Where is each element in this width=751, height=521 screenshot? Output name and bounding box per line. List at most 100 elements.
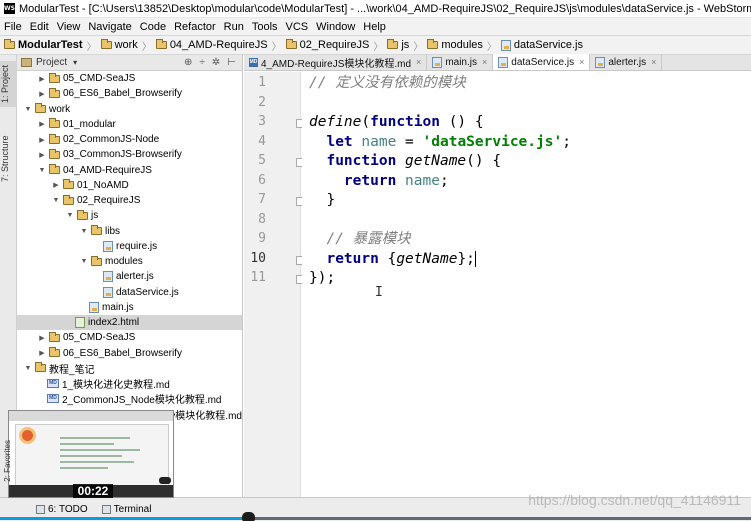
expand-right-icon[interactable]: ▶: [37, 136, 47, 144]
tree-item[interactable]: require.js: [17, 239, 242, 254]
tab-4-amd-requirejs-md[interactable]: MD 4_AMD-RequireJS模块化教程.md ×: [244, 54, 428, 70]
close-icon[interactable]: ×: [579, 57, 584, 67]
tree-item[interactable]: ▶ 06_ES6_Babel_Browserify: [17, 346, 242, 361]
tree-item[interactable]: alerter.js: [17, 269, 242, 284]
tree-item[interactable]: ▼ 教程_笔记: [17, 361, 242, 376]
tool-6-todo[interactable]: 6: TODO: [36, 504, 88, 515]
tree-item-label: modules: [105, 256, 143, 268]
breadcrumb-item-work[interactable]: work: [100, 39, 138, 51]
expand-down-icon[interactable]: ▼: [79, 228, 89, 235]
line-number: 6: [258, 172, 266, 188]
breadcrumb-label: 02_RequireJS: [299, 39, 370, 51]
structure-tool-tab[interactable]: 7: Structure: [0, 133, 17, 185]
menu-vcs[interactable]: VCS: [286, 21, 309, 33]
expand-right-icon[interactable]: ▶: [37, 90, 47, 98]
tree-item-label: index2.html: [88, 317, 140, 329]
tree-item-label: 05_CMD-SeaJS: [63, 73, 136, 85]
menu-view[interactable]: View: [57, 21, 81, 33]
menu-navigate[interactable]: Navigate: [88, 21, 131, 33]
tree-item[interactable]: ▼ modules: [17, 254, 242, 269]
favorites-tool-tab[interactable]: 2: Favorites: [3, 440, 12, 482]
expand-right-icon[interactable]: ▶: [37, 75, 47, 83]
menu-edit[interactable]: Edit: [30, 21, 49, 33]
code-line: function getName() {: [309, 152, 501, 172]
project-view-selector[interactable]: Project: [36, 57, 67, 68]
close-icon[interactable]: ×: [416, 57, 421, 67]
tree-item[interactable]: ▶ 01_modular: [17, 117, 242, 132]
editor-gutter: 1 2 3 4 5 6 7 8 9 10 11: [244, 72, 304, 497]
expand-down-icon[interactable]: ▼: [65, 212, 75, 219]
tree-item[interactable]: ▼ 04_AMD-RequireJS: [17, 163, 242, 178]
expand-down-icon[interactable]: ▼: [51, 197, 61, 204]
menu-file[interactable]: File: [4, 21, 22, 33]
breadcrumb-item-04-amd-requirejs[interactable]: 04_AMD-RequireJS: [155, 39, 268, 51]
video-progress-handle[interactable]: [241, 512, 255, 521]
expand-down-icon[interactable]: ▼: [23, 365, 33, 372]
tree-item-label: 02_RequireJS: [77, 195, 141, 207]
tab-main-js[interactable]: main.js ×: [427, 54, 494, 70]
tree-item[interactable]: ▶ 06_ES6_Babel_Browserify: [17, 86, 242, 101]
expand-down-icon[interactable]: ▼: [79, 258, 89, 265]
menu-window[interactable]: Window: [316, 21, 355, 33]
tab-alerter-js[interactable]: alerter.js ×: [590, 54, 663, 70]
tree-item[interactable]: main.js: [17, 300, 242, 315]
watermark: https://blog.csdn.net/qq_41146911: [528, 492, 741, 508]
project-tool-tab[interactable]: 1: Project: [0, 61, 17, 107]
menu-code[interactable]: Code: [140, 21, 166, 33]
tree-item-label: 03_CommonJS-Browserify: [63, 149, 182, 161]
folder-icon: [387, 39, 399, 49]
tree-item[interactable]: dataService.js: [17, 285, 242, 300]
tree-item[interactable]: ▶ 01_NoAMD: [17, 178, 242, 193]
tree-item[interactable]: MD 2_CommonJS_Node模块化教程.md: [17, 391, 242, 406]
code-line: });: [309, 269, 335, 289]
line-number: 10: [250, 250, 266, 266]
close-icon[interactable]: ×: [651, 57, 656, 67]
expand-right-icon[interactable]: ▶: [37, 334, 47, 342]
expand-right-icon[interactable]: ▶: [37, 349, 47, 357]
settings-gear-icon[interactable]: ✲: [212, 57, 220, 68]
tree-item[interactable]: ▶ 05_CMD-SeaJS: [17, 330, 242, 345]
tree-item[interactable]: index2.html: [17, 315, 242, 331]
expand-right-icon[interactable]: ▶: [51, 181, 61, 189]
tree-item[interactable]: ▼ work: [17, 102, 242, 117]
breadcrumb-item-js[interactable]: js: [387, 39, 409, 51]
tree-item[interactable]: ▼ js: [17, 208, 242, 223]
scroll-from-source-icon[interactable]: ⊕: [184, 57, 192, 68]
collapse-all-icon[interactable]: ÷: [199, 57, 205, 68]
tree-item[interactable]: ▶ 03_CommonJS-Browserify: [17, 147, 242, 162]
tree-item[interactable]: ▼ libs: [17, 224, 242, 239]
tree-item[interactable]: ▶ 05_CMD-SeaJS: [17, 71, 242, 86]
line-number: 3: [258, 114, 266, 129]
expand-down-icon[interactable]: ▼: [37, 167, 47, 174]
tree-item-label: work: [49, 103, 71, 115]
chevron-down-icon[interactable]: ▾: [73, 58, 77, 67]
menu-run[interactable]: Run: [224, 21, 244, 33]
hide-panel-icon[interactable]: ⊢: [227, 57, 236, 68]
folder-icon: [91, 225, 102, 236]
expand-right-icon[interactable]: ▶: [37, 120, 47, 128]
folder-icon: [155, 39, 167, 49]
tree-item[interactable]: MD 1_模块化进化史教程.md: [17, 376, 242, 391]
tree-item[interactable]: ▼ 02_RequireJS: [17, 193, 242, 208]
video-progress-bar[interactable]: [0, 512, 751, 521]
menu-help[interactable]: Help: [363, 21, 386, 33]
tool-terminal[interactable]: Terminal: [101, 504, 151, 515]
tree-item[interactable]: ▶ 02_CommonJS-Node: [17, 132, 242, 147]
tab-dataservice-js[interactable]: dataService.js ×: [493, 54, 591, 70]
webstorm-logo-icon: WS: [4, 3, 15, 14]
menu-refactor[interactable]: Refactor: [174, 21, 216, 33]
folder-icon: [49, 118, 60, 129]
js-file-icon: [432, 56, 443, 68]
breadcrumb-item-02-requirejs[interactable]: 02_RequireJS: [285, 39, 370, 51]
expand-right-icon[interactable]: ▶: [37, 151, 47, 159]
expand-down-icon[interactable]: ▼: [23, 106, 33, 113]
code-token: () {: [466, 153, 502, 169]
breadcrumb-item-modulartest[interactable]: ModularTest: [4, 39, 83, 51]
code-token: getName: [405, 153, 467, 169]
close-icon[interactable]: ×: [482, 57, 487, 67]
menu-tools[interactable]: Tools: [252, 21, 278, 33]
breadcrumb-item-modules[interactable]: modules: [427, 39, 483, 51]
breadcrumb-item-dataservice-js[interactable]: dataService.js: [500, 39, 583, 51]
tree-item-label: dataService.js: [116, 286, 179, 298]
